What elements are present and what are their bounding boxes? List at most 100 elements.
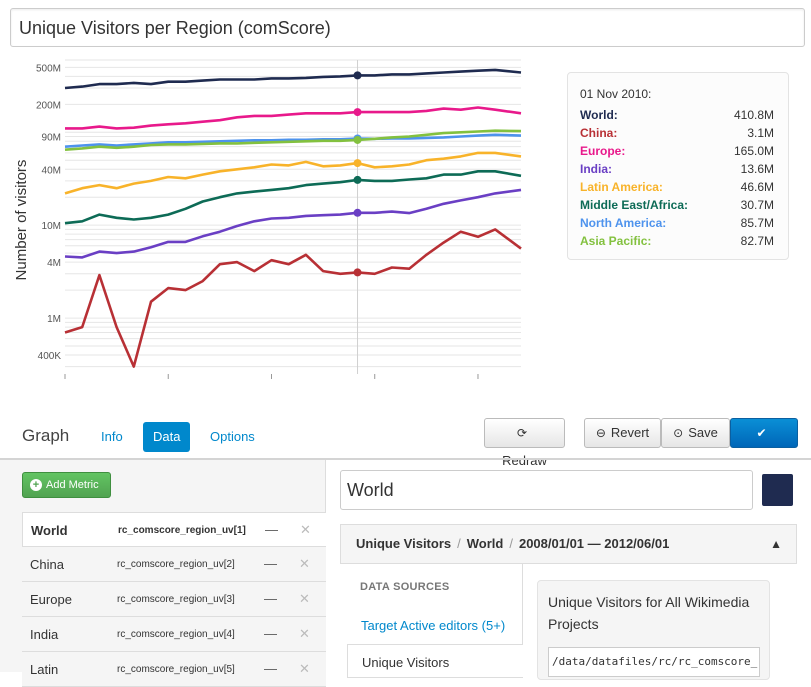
legend-row: Latin America: 46.6M — [580, 178, 774, 196]
revert-icon: ⊖ — [595, 426, 606, 440]
metric-dash-icon[interactable]: — — [264, 626, 277, 641]
legend-series-name: Europe: — [580, 144, 626, 158]
metric-source-key: rc_comscore_region_uv[4] — [117, 629, 235, 640]
header-range: 2008/01/01 — 2012/06/01 — [518, 536, 670, 551]
legend-series-value: 46.6M — [740, 180, 774, 194]
remove-metric-icon[interactable]: ✕ — [299, 661, 310, 677]
remove-metric-icon[interactable]: ✕ — [299, 591, 310, 607]
legend-panel: 01 Nov 2010: World: 410.8M China: 3.1M Europ… — [567, 72, 789, 260]
highlight-point — [353, 208, 362, 217]
data-sources-heading: DATA SOURCES — [360, 581, 450, 593]
graph-title-input[interactable]: Unique Visitors per Region (comScore) — [10, 8, 805, 47]
data-sources-list: DATA SOURCES Target Active editors (5+) … — [347, 564, 523, 678]
legend-row: Asia Pacific: 82.7M — [580, 232, 774, 250]
metric-dash-icon[interactable]: — — [264, 661, 277, 676]
header-region: World — [466, 536, 504, 551]
legend-series-value: 165.0M — [733, 144, 774, 158]
chevron-up-icon[interactable]: ▲ — [770, 525, 782, 563]
metric-row[interactable]: Latin rc_comscore_region_uv[5] — ✕ — [22, 652, 326, 687]
highlight-point — [353, 159, 362, 168]
metric-source-key: rc_comscore_region_uv[2] — [117, 559, 235, 570]
metric-row[interactable]: Europe rc_comscore_region_uv[3] — ✕ — [22, 582, 326, 617]
legend-series-value: 82.7M — [740, 234, 774, 248]
tab-info[interactable]: Info — [91, 422, 133, 452]
metric-name-input[interactable]: World — [340, 470, 753, 510]
highlight-point — [353, 268, 362, 277]
legend-series-name: Middle East/Africa: — [580, 198, 689, 212]
data-source-title: Unique Visitors for All Wikimedia Projec… — [548, 594, 750, 632]
tab-options[interactable]: Options — [200, 422, 265, 452]
highlight-point — [353, 108, 362, 117]
remove-metric-icon[interactable]: ✕ — [299, 626, 310, 642]
refresh-icon: ⟳ — [516, 426, 528, 440]
metric-details-header[interactable]: Unique Visitors / World / 2008/01/01 — 2012/… — [340, 524, 797, 564]
metric-row[interactable]: India rc_comscore_region_uv[4] — ✕ — [22, 617, 326, 652]
metric-source-key: rc_comscore_region_uv[3] — [117, 594, 235, 605]
legend-row: India: 13.6M — [580, 160, 774, 178]
legend-series-value: 3.1M — [747, 126, 774, 140]
plus-icon: + — [30, 479, 42, 491]
remove-metric-icon[interactable]: ✕ — [300, 522, 311, 538]
legend-row: North America: 85.7M — [580, 214, 774, 232]
legend-series-name: Asia Pacific: — [580, 234, 652, 248]
y-tick-label: 10M — [42, 221, 61, 232]
save-button[interactable]: ⊙ Save — [661, 418, 730, 448]
y-tick-label: 4M — [47, 258, 61, 269]
graph-toolbar: Graph Info Data Options ⟳Redraw ⊖ Revert … — [0, 418, 811, 468]
legend-date: 01 Nov 2010: — [580, 87, 652, 101]
data-source-link[interactable]: Target Active editors (5+) — [361, 618, 505, 633]
metric-name: World — [31, 523, 68, 538]
highlight-point — [353, 135, 362, 144]
header-separator: / — [509, 536, 513, 551]
save-icon: ⊙ — [673, 426, 684, 440]
metric-name: India — [30, 627, 59, 642]
y-axis-ticks: 500M 200M 90M 40M 10M 4M 1M 400K — [36, 63, 61, 362]
legend-series-name: World: — [580, 108, 618, 122]
metric-row[interactable]: World rc_comscore_region_uv[1] — ✕ — [22, 512, 326, 547]
legend-series-name: China: — [580, 126, 618, 140]
y-tick-label: 500M — [36, 63, 61, 74]
y-tick-label: 40M — [42, 165, 61, 176]
y-tick-label: 400K — [38, 351, 62, 362]
check-icon: ✔ — [756, 426, 767, 440]
legend-series-name: North America: — [580, 216, 667, 230]
header-metric: Unique Visitors — [356, 536, 452, 551]
metric-dash-icon[interactable]: — — [264, 591, 277, 606]
header-separator: / — [457, 536, 461, 551]
line-chart: 500M 200M 90M 40M 10M 4M 1M 400K 01/200801/2009… — [13, 59, 522, 379]
legend-series-value: 85.7M — [740, 216, 774, 230]
y-tick-label: 200M — [36, 100, 61, 111]
y-tick-label: 1M — [47, 314, 61, 325]
legend-series-value: 410.8M — [733, 108, 774, 122]
done-button[interactable]: ✔Done — [730, 418, 798, 468]
metric-color-swatch[interactable] — [762, 474, 793, 506]
highlight-point — [353, 175, 362, 184]
data-source-active[interactable]: Unique Visitors — [347, 644, 523, 678]
legend-series-name: Latin America: — [580, 180, 663, 194]
metric-name: Latin — [30, 662, 59, 677]
metrics-panel: + Add Metric World rc_comscore_region_uv[1… — [0, 460, 326, 687]
legend-series-value: 13.6M — [740, 162, 774, 176]
metric-row[interactable]: China rc_comscore_region_uv[2] — ✕ — [22, 547, 326, 582]
x-axis-ticks: 01/200801/200901/201001/201101/2012 — [64, 374, 479, 379]
metric-name: Europe — [30, 592, 72, 607]
tab-data[interactable]: Data — [143, 422, 191, 452]
metric-dash-icon[interactable]: — — [264, 556, 277, 571]
legend-row: World: 410.8M — [580, 106, 774, 124]
series-line — [64, 188, 522, 259]
legend-series-value: 30.7M — [740, 198, 774, 212]
legend-row: Middle East/Africa: 30.7M — [580, 196, 774, 214]
graph-label: Graph — [22, 426, 70, 445]
legend-row: Europe: 165.0M — [580, 142, 774, 160]
metric-source-key: rc_comscore_region_uv[1] — [118, 525, 246, 536]
redraw-button[interactable]: ⟳Redraw — [484, 418, 565, 468]
data-source-path-field[interactable]: /data/datafiles/rc/rc_comscore_region_uv… — [548, 647, 760, 677]
metric-editor: World Unique Visitors / World / 2008/01/01 —… — [327, 460, 811, 680]
remove-metric-icon[interactable]: ✕ — [299, 556, 310, 572]
add-metric-button[interactable]: + Add Metric — [22, 472, 111, 498]
series-line — [64, 68, 522, 90]
metric-dash-icon[interactable]: — — [265, 522, 278, 537]
revert-button[interactable]: ⊖ Revert — [584, 418, 661, 448]
y-axis-label: Number of visitors — [13, 160, 30, 281]
y-tick-label: 90M — [42, 133, 61, 144]
